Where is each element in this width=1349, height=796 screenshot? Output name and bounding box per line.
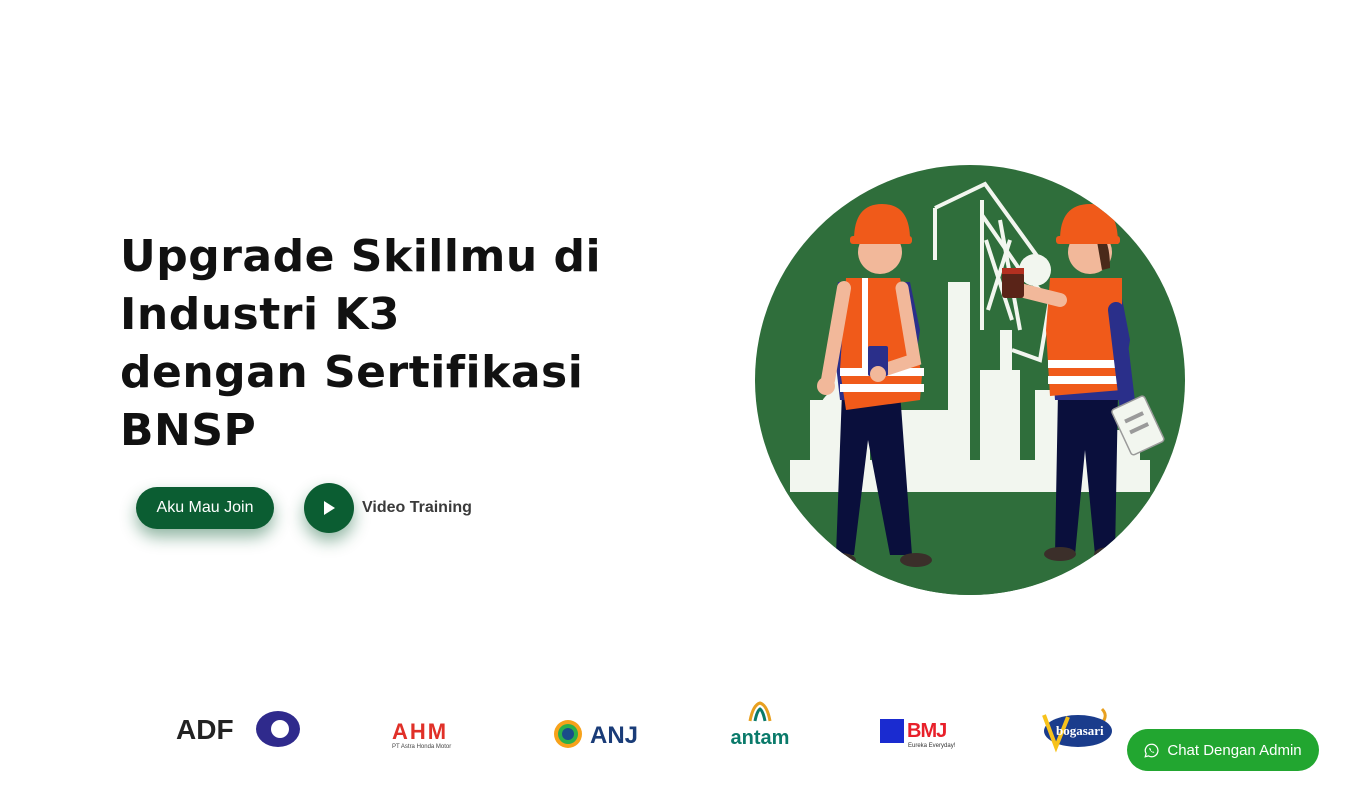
antam-mark [748, 701, 772, 722]
hero-title: Upgrade Skillmu di Industri K3 dengan Se… [120, 228, 640, 460]
join-button[interactable]: Aku Mau Join [136, 487, 274, 529]
adfo-logo: ADF [176, 711, 300, 747]
play-button[interactable] [304, 483, 354, 533]
svg-text:ANJ: ANJ [590, 722, 638, 749]
hero-title-line: dengan Sertifikasi [120, 347, 584, 398]
bogasari-logo: bogasari [1040, 707, 1116, 753]
bmj-wordmark: BMJ [907, 719, 947, 742]
bmj-mark [880, 719, 904, 743]
construction-workers-illustration [755, 165, 1185, 595]
video-training-link[interactable]: Video Training [304, 483, 472, 533]
whatsapp-icon [1144, 743, 1159, 758]
play-icon [324, 501, 335, 515]
chat-admin-label: Chat Dengan Admin [1167, 741, 1302, 759]
ahm-logo: AHM PT Astra Honda Motor [392, 721, 482, 751]
ahm-tagline: PT Astra Honda Motor [392, 744, 452, 750]
hero-title-line: Industri K3 [120, 289, 401, 340]
hero-title-line: Upgrade Skillmu di [120, 231, 602, 282]
chat-admin-button[interactable]: Chat Dengan Admin [1127, 729, 1319, 771]
antam-wordmark: antam [730, 727, 790, 749]
anj-logo: ANJ [554, 720, 638, 749]
svg-text:ADF: ADF [176, 714, 234, 745]
video-training-label: Video Training [362, 499, 472, 516]
bmj-tagline: Eureka Everyday! [908, 743, 956, 749]
bogasari-wordmark: bogasari [1056, 723, 1104, 738]
hero-title-line: BNSP [120, 405, 257, 456]
antam-logo: antam [720, 701, 800, 748]
client-logos: ADF AHM PT Astra Honda Motor ANJ antam B… [160, 695, 1140, 765]
bmj-logo: BMJ Eureka Everyday! [880, 719, 960, 749]
ahm-wordmark: AHM [392, 719, 449, 744]
